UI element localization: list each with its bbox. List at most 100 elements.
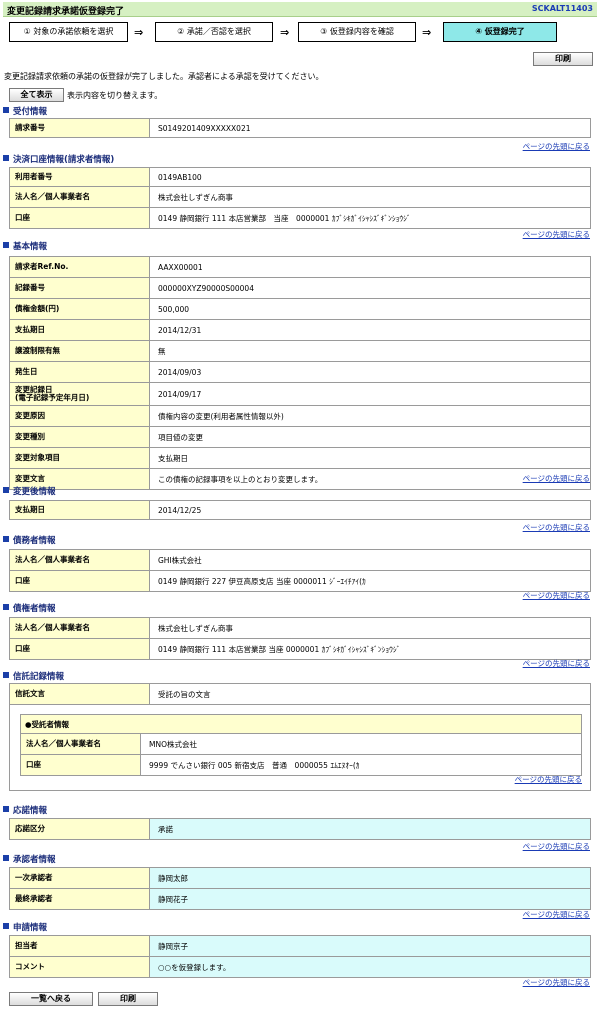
comment: ○○を仮登録します。 bbox=[158, 962, 231, 972]
label: 記録番号 bbox=[10, 278, 150, 298]
label: 口座 bbox=[10, 208, 150, 228]
transfer-restriction: 無 bbox=[158, 346, 166, 356]
section-bullet-icon bbox=[3, 806, 9, 812]
label: 口座 bbox=[10, 639, 150, 659]
step-3: ③ 仮登録内容を確認 bbox=[298, 22, 416, 42]
show-all-note: 表示内容を切り替えます。 bbox=[67, 91, 163, 100]
final-approver: 静岡花子 bbox=[158, 894, 188, 904]
label: 変更原因 bbox=[10, 406, 150, 426]
after-table: 支払期日 2014/12/25 bbox=[9, 500, 591, 520]
debtor-name: GHI株式会社 bbox=[158, 555, 202, 565]
change-record-date: 2014/09/17 bbox=[158, 389, 202, 399]
label: 一次承認者 bbox=[10, 868, 150, 888]
page-top-link[interactable]: ページの先頭に戻る bbox=[515, 774, 582, 785]
trustee-heading: ●受託者情報 bbox=[21, 715, 581, 734]
trust-wording: 受託の旨の文言 bbox=[158, 689, 211, 699]
page-top-link[interactable]: ページの先頭に戻る bbox=[523, 473, 590, 484]
change-type: 項目値の変更 bbox=[158, 432, 203, 442]
person-in-charge: 静岡京子 bbox=[158, 941, 188, 951]
label: 変更対象項目 bbox=[10, 448, 150, 468]
trustee-account: 9999 でんさい銀行 005 新宿支店 普通 0000055 ｴﾑｴﾇｵｰ(ｶ bbox=[149, 760, 360, 770]
creditor-name: 株式会社しずぎん商事 bbox=[158, 623, 233, 633]
page-top-link[interactable]: ページの先頭に戻る bbox=[523, 909, 590, 920]
label: 変更種別 bbox=[10, 427, 150, 447]
label: 最終承認者 bbox=[10, 889, 150, 909]
label: コメント bbox=[10, 957, 150, 977]
label: 譲渡制限有無 bbox=[10, 341, 150, 361]
label: 口座 bbox=[21, 755, 141, 775]
section-settlement-heading: 決済口座情報(請求者情報) bbox=[3, 153, 114, 165]
show-all-button[interactable]: 全て表示 bbox=[9, 88, 64, 102]
label: 請求番号 bbox=[10, 119, 150, 137]
step-indicator: ① 対象の承諾依頼を選択 ⇒ ② 承諾／否認を選択 ⇒ ③ 仮登録内容を確認 ⇒… bbox=[0, 22, 600, 44]
approver-table: 一次承認者 静岡太郎 最終承認者 静岡花子 bbox=[9, 867, 591, 910]
section-bullet-icon bbox=[3, 923, 9, 929]
user-number: 0149AB100 bbox=[158, 172, 202, 182]
section-response-heading: 応諾情報 bbox=[3, 804, 47, 816]
label: 変更記録日 (電子記録予定年月日) bbox=[10, 383, 150, 405]
print-button-bottom[interactable]: 印刷 bbox=[98, 992, 158, 1006]
change-target-item: 支払期日 bbox=[158, 453, 188, 463]
section-bullet-icon bbox=[3, 855, 9, 861]
request-number: S0149201409XXXXX021 bbox=[158, 123, 251, 133]
step-arrow-3: ⇒ bbox=[422, 26, 432, 39]
title-bar: 変更記録請求承諾仮登録完了 SCKALT11403 bbox=[3, 2, 597, 17]
label: 口座 bbox=[10, 571, 150, 591]
account: 0149 静岡銀行 111 本店営業部 当座 0000001 ｶﾌﾞｼｷｶﾞｲｼ… bbox=[158, 213, 411, 223]
settlement-table: 利用者番号 0149AB100 法人名／個人事業者名 株式会社しずぎん商事 口座 01… bbox=[9, 167, 591, 229]
page-top-link[interactable]: ページの先頭に戻る bbox=[523, 522, 590, 533]
section-creditor-heading: 債権者情報 bbox=[3, 602, 56, 614]
step-4-current: ④ 仮登録完了 bbox=[443, 22, 557, 42]
creditor-account: 0149 静岡銀行 111 本店営業部 当座 0000001 ｶﾌﾞｼｷｶﾞｲｼ… bbox=[158, 644, 401, 654]
label: 法人名／個人事業者名 bbox=[21, 734, 141, 754]
section-basic-heading: 基本情報 bbox=[3, 240, 47, 252]
new-due-date: 2014/12/25 bbox=[158, 505, 202, 515]
label: 担当者 bbox=[10, 936, 150, 956]
label: 法人名／個人事業者名 bbox=[10, 550, 150, 570]
application-table: 担当者 静岡京子 コメント ○○を仮登録します。 bbox=[9, 935, 591, 978]
basic-table: 請求者Ref.No. AAXX00001 記録番号 000000XYZ90000S0… bbox=[9, 256, 591, 490]
section-bullet-icon bbox=[3, 536, 9, 542]
completion-message: 変更記録請求依頼の承諾の仮登録が完了しました。承認者による承認を受けてください。 bbox=[4, 72, 324, 81]
section-application-heading: 申請情報 bbox=[3, 921, 47, 933]
label: 請求者Ref.No. bbox=[10, 257, 150, 277]
page-top-link[interactable]: ページの先頭に戻る bbox=[523, 658, 590, 669]
back-to-list-button[interactable]: 一覧へ戻る bbox=[9, 992, 93, 1006]
page-top-link[interactable]: ページの先頭に戻る bbox=[523, 977, 590, 988]
due-date: 2014/12/31 bbox=[158, 325, 202, 335]
debtor-table: 法人名／個人事業者名 GHI株式会社 口座 0149 静岡銀行 227 伊豆高原支店… bbox=[9, 549, 591, 592]
page-top-link[interactable]: ページの先頭に戻る bbox=[523, 229, 590, 240]
requester-ref: AAXX00001 bbox=[158, 262, 203, 272]
section-bullet-icon bbox=[3, 487, 9, 493]
step-arrow-2: ⇒ bbox=[280, 26, 290, 39]
label: 支払期日 bbox=[10, 320, 150, 340]
label: 応諾区分 bbox=[10, 819, 150, 839]
response-table: 応諾区分 承諾 bbox=[9, 818, 591, 840]
label: 発生日 bbox=[10, 362, 150, 382]
page-top-link[interactable]: ページの先頭に戻る bbox=[523, 590, 590, 601]
section-bullet-icon bbox=[3, 242, 9, 248]
trust-box: 信託文言 受託の旨の文言 ●受託者情報 法人名／個人事業者名 MNO株式会社 口座 9… bbox=[9, 683, 591, 791]
section-bullet-icon bbox=[3, 155, 9, 161]
print-button-top[interactable]: 印刷 bbox=[533, 52, 593, 66]
creditor-table: 法人名／個人事業者名 株式会社しずぎん商事 口座 0149 静岡銀行 111 本店営… bbox=[9, 617, 591, 660]
section-receipt-heading: 受付情報 bbox=[3, 105, 47, 117]
page-top-link[interactable]: ページの先頭に戻る bbox=[523, 141, 590, 152]
section-after-heading: 変更後情報 bbox=[3, 485, 56, 497]
section-trust-heading: 信託記録情報 bbox=[3, 670, 64, 682]
step-1: ① 対象の承諾依頼を選択 bbox=[9, 22, 128, 42]
trustee-name: MNO株式会社 bbox=[149, 739, 197, 749]
response-type: 承諾 bbox=[158, 824, 173, 834]
debtor-account: 0149 静岡銀行 227 伊豆高原支店 当座 0000011 ｼﾞｰｴｲﾁｱｲ… bbox=[158, 576, 366, 586]
label: 債権金額(円) bbox=[10, 299, 150, 319]
company-name: 株式会社しずぎん商事 bbox=[158, 192, 233, 202]
step-arrow-1: ⇒ bbox=[134, 26, 144, 39]
first-approver: 静岡太郎 bbox=[158, 873, 188, 883]
label: 信託文言 bbox=[10, 684, 150, 704]
section-bullet-icon bbox=[3, 604, 9, 610]
step-2: ② 承諾／否認を選択 bbox=[155, 22, 273, 42]
page-top-link[interactable]: ページの先頭に戻る bbox=[523, 841, 590, 852]
page-title: 変更記録請求承諾仮登録完了 bbox=[7, 7, 125, 17]
receipt-table: 請求番号 S0149201409XXXXX021 bbox=[9, 118, 591, 138]
section-approver-heading: 承認者情報 bbox=[3, 853, 56, 865]
